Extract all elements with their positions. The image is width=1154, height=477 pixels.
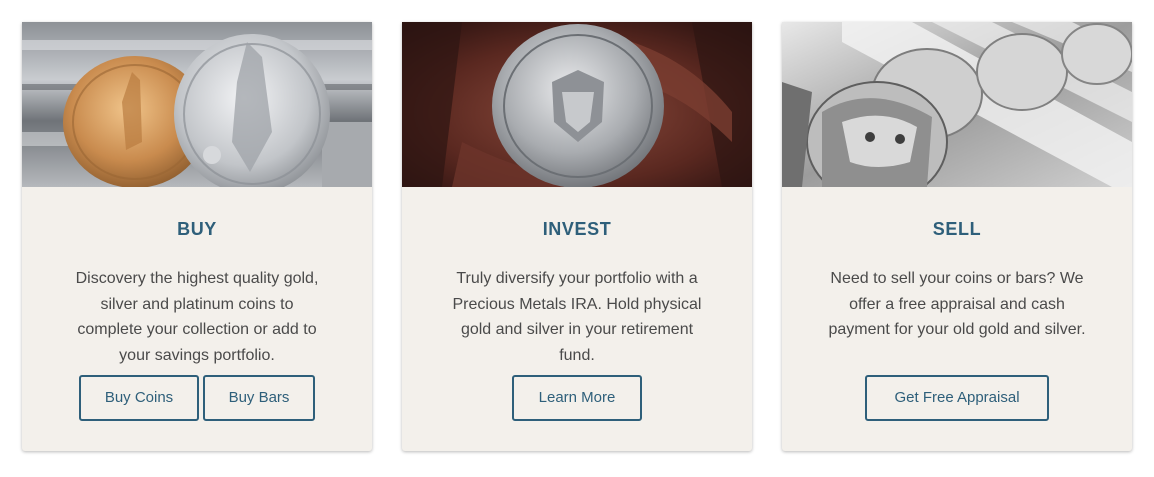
buy-description: Discovery the highest quality gold, silv… [75, 270, 319, 364]
buy-photo [22, 22, 372, 187]
learn-more-button[interactable]: Learn More [512, 375, 642, 421]
sell-description: Need to sell your coins or bars? We offe… [828, 270, 1086, 338]
sell-button-row: Get Free Appraisal [782, 375, 1132, 421]
buy-title: BUY [177, 219, 217, 239]
invest-title: INVEST [542, 219, 612, 239]
get-free-appraisal-button[interactable]: Get Free Appraisal [865, 375, 1049, 421]
sell-photo [782, 22, 1132, 187]
invest-card: INVEST Truly diversify your portfolio wi… [402, 22, 752, 451]
sell-title: SELL [932, 219, 982, 239]
buy-bars-button[interactable]: Buy Bars [203, 375, 315, 421]
buy-coins-button[interactable]: Buy Coins [79, 375, 199, 421]
invest-button-row: Learn More [402, 375, 752, 421]
sell-card: SELL Need to sell your coins or bars? We… [782, 22, 1132, 451]
invest-photo [402, 22, 752, 187]
buy-button-row: Buy Coins Buy Bars [22, 375, 372, 421]
invest-description: Truly diversify your portfolio with a Pr… [452, 270, 702, 364]
services-row: BUY Discovery the highest quality gold, … [0, 0, 1154, 477]
buy-card: BUY Discovery the highest quality gold, … [22, 22, 372, 451]
